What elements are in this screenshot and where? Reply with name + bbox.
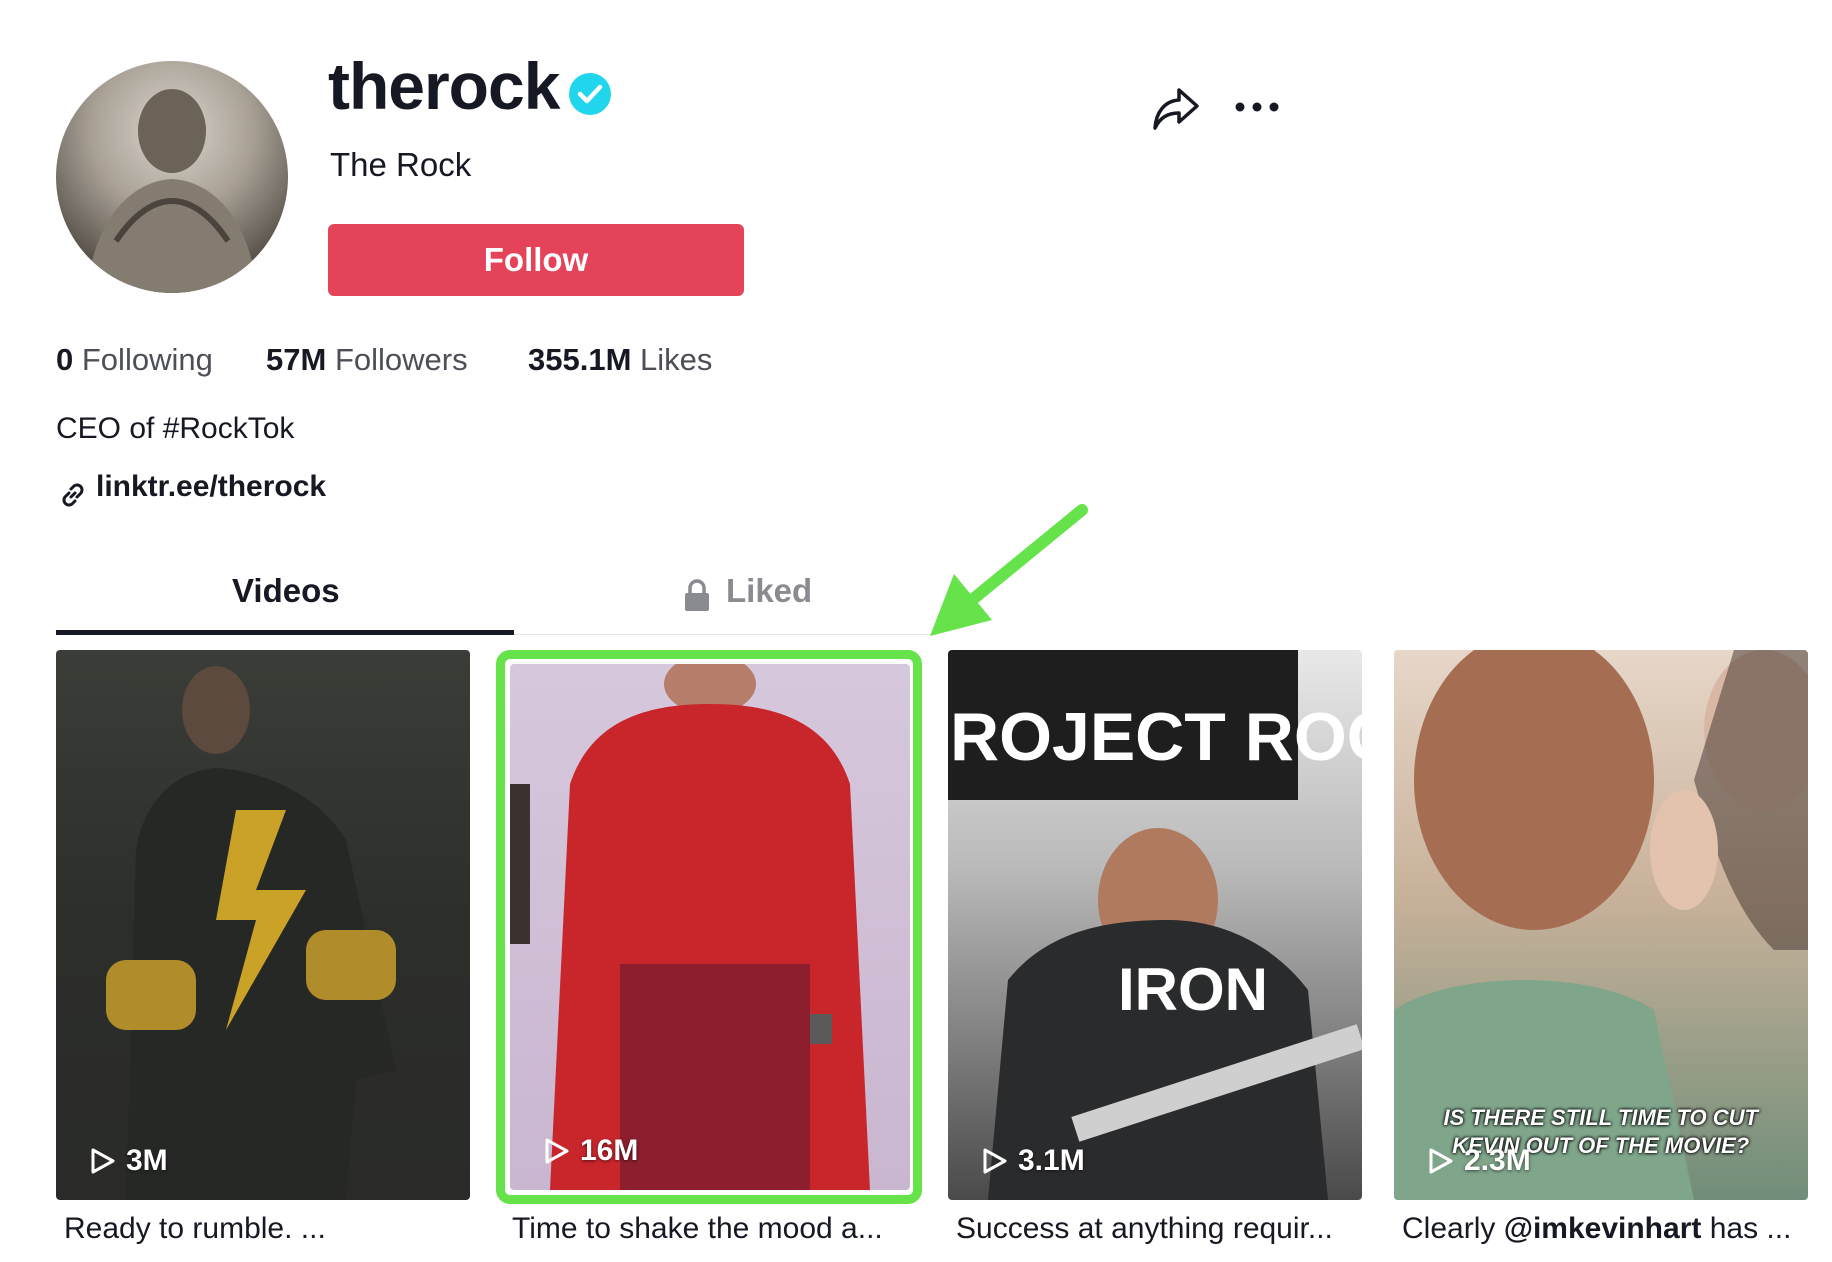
video-caption[interactable]: Time to shake the mood a... [512,1212,883,1246]
video-caption[interactable]: Ready to rumble. ... [64,1212,326,1246]
link-icon [62,483,84,507]
tab-liked[interactable]: Liked [726,572,812,610]
likes-count: 355.1M [528,342,632,377]
avatar [56,61,288,293]
share-icon[interactable] [1151,86,1201,132]
more-icon[interactable] [1234,100,1280,114]
followers-count: 57M [266,342,327,377]
video-thumbnail: ROJECT ROCK IRON [948,650,1362,1200]
play-icon [545,1138,569,1164]
play-icon [91,1148,115,1174]
annotation-arrow-icon [930,504,1088,636]
likes-stat: 355.1M Likes [528,342,712,378]
video-caption[interactable]: Success at anything requir... [956,1212,1333,1246]
followers-label: Followers [334,342,468,377]
following-count: 0 [56,342,74,377]
video-card[interactable]: 16M [510,664,910,1190]
following-label: Following [81,342,213,377]
profile-link[interactable]: linktr.ee/therock [96,470,326,504]
following-stat[interactable]: 0 Following [56,342,213,378]
video-card[interactable]: ROJECT ROCK IRON 3.1M [948,650,1362,1200]
tab-videos[interactable]: Videos [232,572,340,610]
view-count: 3.1M [982,1144,1085,1178]
banner-text: ROJECT ROCK [950,699,1362,775]
play-icon [1429,1148,1453,1174]
view-count: 3M [90,1144,168,1178]
nickname: The Rock [330,146,472,183]
likes-label: Likes [640,342,713,377]
play-icon [983,1148,1007,1174]
followers-stat[interactable]: 57M Followers [266,342,468,378]
video-caption[interactable]: Clearly @imkevinhart has ... [1402,1212,1791,1246]
shirt-text: IRON [1118,956,1268,1023]
verified-icon [569,73,611,115]
view-count: 2.3M [1428,1144,1531,1178]
video-card[interactable]: IS THERE STILL TIME TO CUT KEVIN OUT OF … [1394,650,1808,1200]
video-thumbnail [106,666,396,1200]
video-card[interactable]: 3M [56,650,470,1200]
view-count: 16M [544,1134,638,1168]
video-thumbnail [510,664,870,1190]
username: therock [328,49,560,123]
bio: CEO of #RockTok [56,412,295,445]
tab-active-indicator [56,630,514,635]
caption-mention[interactable]: @imkevinhart [1504,1212,1702,1245]
lock-icon [685,579,709,611]
follow-button[interactable]: Follow [328,224,744,296]
